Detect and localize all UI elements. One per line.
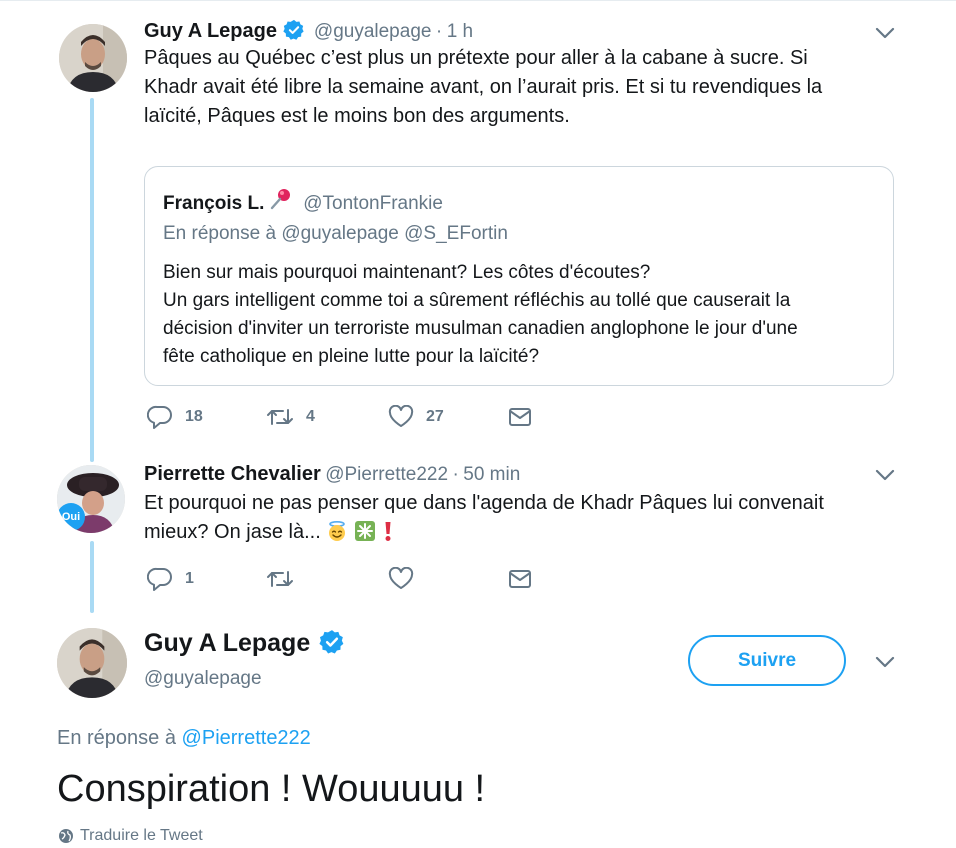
verified-badge-icon [319, 630, 344, 654]
reply-button[interactable]: 1 [147, 567, 194, 591]
retweet-icon [267, 409, 293, 425]
tweet-text-line: Pâques au Québec c’est plus un prétexte … [144, 47, 808, 69]
author-handle[interactable]: @guyalepage [314, 21, 432, 42]
quote-reply-context: En réponse à @guyalepage @S_EFortin [163, 223, 508, 245]
tweet-text: Pâques au Québec c’est plus un prétexte … [144, 44, 904, 131]
retweet-button[interactable] [266, 567, 306, 591]
reply-context: En réponse à @Pierrette222 [57, 727, 311, 750]
thread-line [90, 98, 94, 462]
retweet-button[interactable]: 4 [266, 405, 315, 429]
tweet-text-line: Et pourquoi ne pas penser que dans l'age… [144, 492, 824, 514]
tweet-text-line: mieux? On jase là... [144, 518, 904, 547]
chevron-down-icon[interactable] [874, 26, 896, 40]
avatar-photo [59, 24, 127, 92]
tweet-header: Guy A Lepage @guyalepage · 1 h [144, 19, 473, 43]
quote-header: François L. @TontonFrankie [163, 187, 443, 215]
author-name[interactable]: Pierrette Chevalier [144, 463, 321, 485]
translate-tweet-link[interactable]: Traduire le Tweet [58, 827, 203, 845]
chevron-down-icon[interactable] [874, 655, 896, 669]
separator: · [435, 21, 443, 42]
translate-label: Traduire le Tweet [80, 827, 203, 844]
quote-text-line: Un gars intelligent comme toi a sûrement… [163, 290, 791, 311]
avatar[interactable]: Oui [57, 465, 125, 533]
message-icon [509, 570, 531, 588]
exclamation-emoji [385, 522, 391, 541]
reply-count: 1 [185, 570, 194, 587]
quote-text-line: Bien sur mais pourquoi maintenant? Les c… [163, 262, 651, 283]
tweet-text: Et pourquoi ne pas penser que dans l'age… [144, 489, 904, 547]
angel-emoji [329, 520, 346, 541]
like-button[interactable]: 27 [388, 405, 444, 429]
main-author[interactable]: Guy A Lepage [144, 629, 345, 658]
like-count: 27 [426, 408, 444, 425]
pushpin-icon [270, 189, 290, 210]
sparkle-emoji [354, 521, 375, 541]
tweet-text-line: laïcité, Pâques est le moins bon des arg… [144, 105, 570, 127]
author-name[interactable]: Guy A Lepage [144, 629, 310, 657]
author-handle[interactable]: @Pierrette222 [325, 464, 448, 485]
separator: · [452, 464, 459, 485]
direct-message-button[interactable] [508, 569, 532, 589]
tweet-text-line: Khadr avait été libre la semaine avant, … [144, 76, 823, 98]
main-tweet-text: Conspiration ! Wouuuuu ! [57, 768, 486, 810]
globe-icon [59, 829, 73, 843]
reply-count: 18 [185, 408, 203, 425]
quoted-tweet[interactable]: François L. @TontonFrankie En réponse à … [144, 166, 894, 386]
avatar[interactable] [57, 628, 127, 698]
like-icon [388, 567, 414, 589]
message-icon [509, 408, 531, 426]
timestamp[interactable]: 50 min [463, 464, 520, 485]
reply-to-link[interactable]: @Pierrette222 [182, 727, 311, 749]
direct-message-button[interactable] [508, 407, 532, 427]
reply-to-handles: @guyalepage @S_EFortin [281, 223, 508, 244]
quote-author-name: François L. [163, 193, 265, 214]
avatar-photo [57, 628, 127, 698]
tweet-text-fragment: mieux? On jase là... [144, 521, 321, 543]
reply-button[interactable]: 18 [147, 405, 203, 429]
reply-prefix: En réponse à [163, 223, 277, 244]
retweet-icon [267, 571, 293, 587]
like-button[interactable] [388, 567, 426, 591]
author-name[interactable]: Guy A Lepage [144, 20, 277, 42]
quote-author-handle: @TontonFrankie [303, 193, 443, 214]
top-border [0, 0, 956, 1]
tweet-header: Pierrette Chevalier @Pierrette222 · 50 m… [144, 463, 520, 486]
reply-icon [147, 405, 172, 429]
reply-prefix: En réponse à [57, 727, 176, 749]
avatar-badge: Oui [57, 503, 85, 531]
timestamp[interactable]: 1 h [447, 21, 473, 42]
chevron-down-icon[interactable] [874, 468, 896, 482]
thread-line [90, 541, 94, 613]
like-icon [388, 405, 414, 427]
verified-badge-icon [283, 19, 305, 40]
author-handle[interactable]: @guyalepage [144, 668, 262, 690]
quote-text-line: fête catholique en pleine lutte pour la … [163, 346, 540, 367]
quote-text-line: décision d'inviter un terroriste musulma… [163, 318, 798, 339]
reply-icon [147, 567, 172, 591]
follow-button[interactable]: Suivre [688, 635, 846, 686]
quote-text: Bien sur mais pourquoi maintenant? Les c… [163, 259, 883, 371]
avatar[interactable] [59, 24, 127, 92]
retweet-count: 4 [306, 408, 315, 425]
